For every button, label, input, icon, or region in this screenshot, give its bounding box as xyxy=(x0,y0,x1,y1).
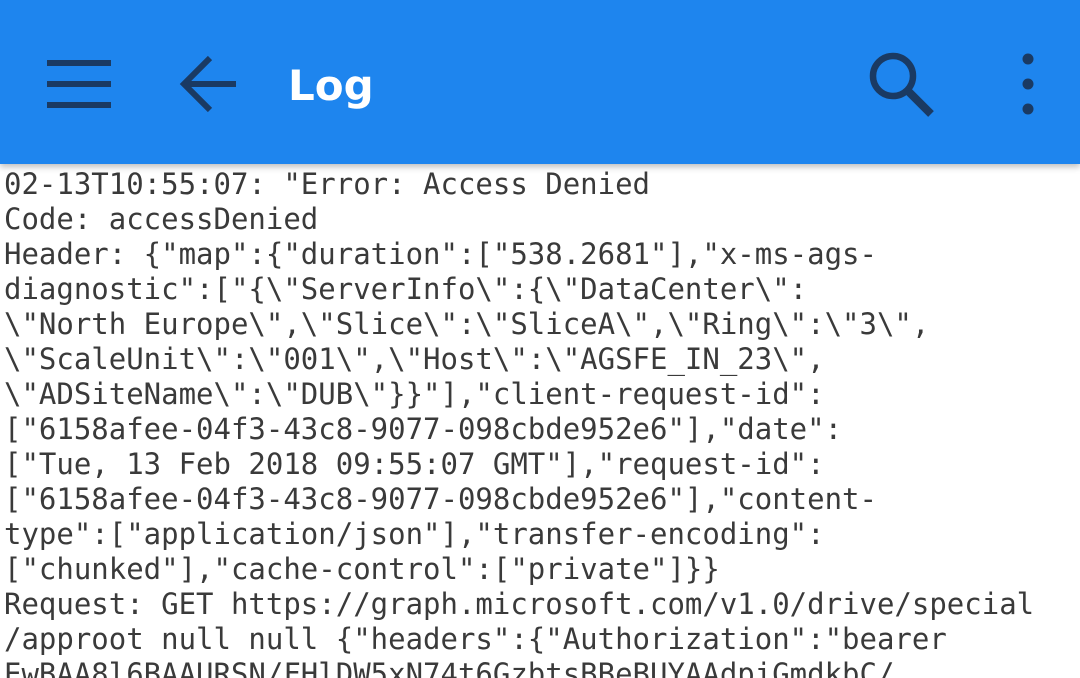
menu-button[interactable] xyxy=(37,42,121,126)
log-line: ["chunked"],"cache-control":["private"]}… xyxy=(4,552,720,586)
log-line: Code: accessDenied xyxy=(4,202,319,236)
search-button[interactable] xyxy=(859,42,943,126)
more-vert-icon xyxy=(1022,53,1034,115)
log-line: ["Tue, 13 Feb 2018 09:55:07 GMT"],"reque… xyxy=(4,447,825,481)
more-options-button[interactable] xyxy=(986,42,1070,126)
log-line: 02-13T10:55:07: "Error: Access Denied xyxy=(4,167,651,201)
log-line: type":["application/json"],"transfer-enc… xyxy=(4,517,825,551)
log-line: Header: {"map":{"duration":["538.2681"],… xyxy=(4,237,877,271)
page-title: Log xyxy=(288,61,374,110)
arrow-back-icon xyxy=(179,55,236,113)
log-line: EwBAA8l6BAAURSN/FHlDW5xN74t6GzbtsBBeBUYA… xyxy=(4,657,895,678)
log-text: 02-13T10:55:07: "Error: Access Denied Co… xyxy=(4,167,1034,678)
log-line: /approot null null {"headers":{"Authoriz… xyxy=(4,622,947,656)
hamburger-menu-icon xyxy=(47,60,111,108)
log-line: \"ScaleUnit\":\"001\",\"Host\":\"AGSFE_I… xyxy=(4,342,825,376)
log-line: diagnostic":["{\"ServerInfo\":{\"DataCen… xyxy=(4,272,808,306)
log-line: \"ADSiteName\":\"DUB\"}}"],"client-reque… xyxy=(4,377,825,411)
log-line: Request: GET https://graph.microsoft.com… xyxy=(4,587,1035,621)
log-view[interactable]: 02-13T10:55:07: "Error: Access Denied Co… xyxy=(0,164,1080,678)
search-icon xyxy=(869,52,934,117)
log-line: ["6158afee-04f3-43c8-9077-098cbde952e6"]… xyxy=(4,412,843,446)
log-line: ["6158afee-04f3-43c8-9077-098cbde952e6"]… xyxy=(4,482,877,516)
log-line: \"North Europe\",\"Slice\":\"SliceA\",\"… xyxy=(4,307,930,341)
app-bar: Log xyxy=(0,0,1080,164)
back-button[interactable] xyxy=(167,42,251,126)
